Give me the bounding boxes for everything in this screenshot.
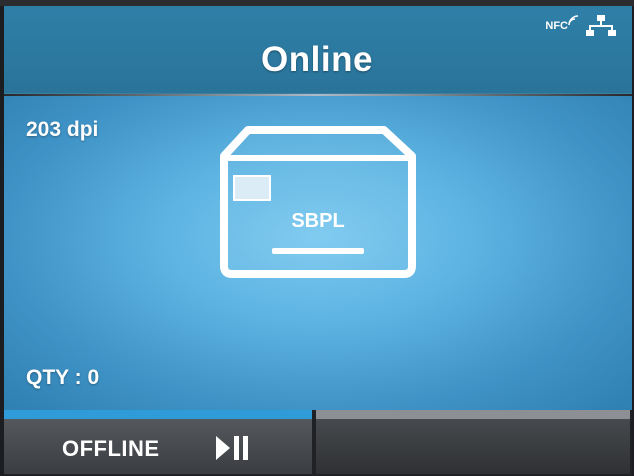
nfc-label: NFC (545, 20, 568, 32)
command-language-label: SBPL (291, 210, 345, 232)
softkey-inactive-indicator (316, 410, 630, 419)
offline-softkey-label: OFFLINE (62, 436, 160, 461)
status-icons: NFC (545, 14, 616, 38)
nfc-icon: NFC (545, 15, 579, 32)
quantity-label: QTY : 0 (26, 366, 100, 389)
right-softkey[interactable] (316, 410, 630, 474)
play-pause-icon (216, 436, 248, 460)
softkey-active-indicator (4, 410, 312, 419)
resolution-label: 203 dpi (26, 118, 99, 141)
label-media-icon (220, 126, 416, 278)
printer-display: Online NFC 203 dpi SBPL QTY : 0 OFFLINE (0, 0, 634, 476)
status-title: Online (261, 40, 373, 79)
network-icon (586, 15, 616, 36)
